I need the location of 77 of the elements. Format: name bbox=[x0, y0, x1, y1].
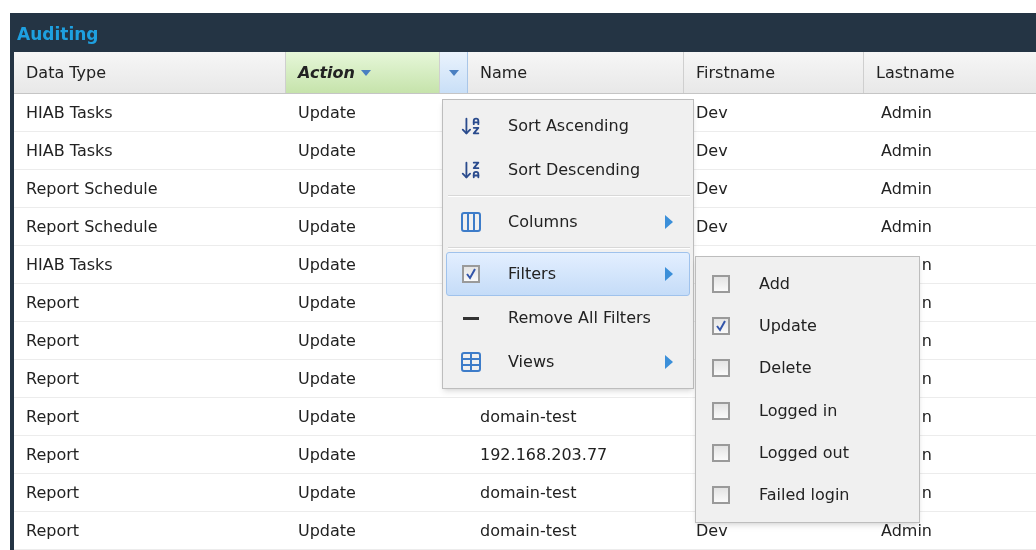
table-cell-text: Report Schedule bbox=[26, 177, 158, 200]
filter-option[interactable]: Delete bbox=[696, 347, 919, 390]
table-cell-text: Report bbox=[26, 367, 80, 390]
table-cell-text: Report bbox=[26, 443, 80, 466]
filter-option[interactable]: Add bbox=[696, 263, 919, 306]
sort-ascending-icon bbox=[460, 115, 482, 137]
table-cell-text: Update bbox=[298, 443, 356, 466]
table-cell-text: Update bbox=[298, 253, 356, 276]
table-cell-text: Update bbox=[298, 139, 356, 162]
table-cell-text: Admin bbox=[880, 177, 932, 200]
column-menu-trigger[interactable] bbox=[440, 52, 468, 93]
table-cell-text: n bbox=[920, 443, 932, 466]
table-cell-text: Dev bbox=[696, 101, 728, 124]
menu-item[interactable]: Remove All Filters bbox=[446, 296, 690, 340]
table-cell-text: HIAB Tasks bbox=[26, 101, 113, 124]
checkbox[interactable] bbox=[462, 265, 480, 283]
filter-option[interactable]: Logged out bbox=[696, 431, 919, 474]
menu-item[interactable]: Sort Ascending bbox=[446, 104, 690, 148]
checkbox[interactable] bbox=[712, 275, 730, 294]
table-cell-text: Report bbox=[26, 405, 80, 428]
table-cell-text: Report bbox=[26, 291, 80, 314]
table-cell-text: Report bbox=[26, 329, 80, 352]
table-cell-text: Dev bbox=[696, 519, 728, 542]
table-cell-text: n bbox=[920, 291, 932, 314]
filter-option[interactable]: Update bbox=[696, 305, 919, 348]
checkbox[interactable] bbox=[712, 401, 730, 420]
checkbox[interactable] bbox=[712, 485, 730, 504]
panel-title: Auditing bbox=[17, 22, 99, 46]
menu-item[interactable]: Columns bbox=[446, 200, 690, 244]
filter-option[interactable]: Failed login bbox=[696, 473, 919, 517]
dash-icon bbox=[463, 316, 479, 320]
table-cell-text: domain-test bbox=[480, 481, 577, 504]
table-cell-text: Report bbox=[26, 519, 80, 542]
menu-item[interactable]: Sort Descending bbox=[446, 148, 690, 192]
table-cell-text: Update bbox=[298, 177, 356, 200]
table-cell-text: Admin bbox=[880, 519, 932, 542]
columns-icon bbox=[459, 210, 483, 234]
table-cell-text: Dev bbox=[696, 139, 728, 162]
table-cell-text: Report Schedule bbox=[26, 215, 158, 238]
table-cell-text: Admin bbox=[880, 215, 932, 238]
column-header[interactable]: Firstname bbox=[684, 52, 864, 93]
table-cell-text: Update bbox=[298, 291, 356, 314]
checkbox[interactable] bbox=[712, 359, 730, 378]
table-cell-text: Update bbox=[298, 329, 356, 352]
table-cell-text: Update bbox=[298, 367, 356, 390]
table-cell-text: Admin bbox=[880, 101, 932, 124]
sort-caret-icon bbox=[360, 69, 371, 76]
table-cell-text: Report bbox=[26, 481, 80, 504]
table-cell-text: Dev bbox=[696, 177, 728, 200]
table-cell-text: n bbox=[920, 329, 932, 352]
filter-option[interactable]: Logged in bbox=[696, 389, 919, 432]
checkbox[interactable] bbox=[712, 317, 730, 336]
table-cell-text: domain-test bbox=[480, 405, 577, 428]
table-cell-text: Update bbox=[298, 481, 356, 504]
table-cell-text: n bbox=[920, 253, 932, 276]
column-header[interactable]: Name bbox=[468, 52, 684, 93]
column-header[interactable]: Lastname bbox=[864, 52, 1036, 93]
table-cell-text: HIAB Tasks bbox=[26, 139, 113, 162]
checkbox[interactable] bbox=[712, 443, 730, 462]
table-cell-text: Update bbox=[298, 519, 356, 542]
menu-item[interactable]: Filters bbox=[446, 252, 690, 296]
menu-item[interactable]: Views bbox=[446, 340, 690, 384]
table-cell-text: n bbox=[920, 405, 932, 428]
table-cell-text: domain-test bbox=[480, 519, 577, 542]
table-cell-text: Admin bbox=[880, 139, 932, 162]
table-cell-text: Dev bbox=[696, 215, 728, 238]
column-header[interactable]: Action bbox=[286, 52, 440, 93]
table-cell-text: n bbox=[920, 481, 932, 504]
table-cell-text: n bbox=[920, 367, 932, 390]
table-cell-text: Update bbox=[298, 101, 356, 124]
caret-icon bbox=[448, 69, 459, 76]
table-icon bbox=[459, 350, 483, 374]
table-cell-text: 192.168.203.77 bbox=[480, 443, 608, 466]
table-cell-text: Update bbox=[298, 405, 356, 428]
sort-descending-icon bbox=[460, 159, 482, 181]
table-cell-text: Update bbox=[298, 215, 356, 238]
table-cell-text: HIAB Tasks bbox=[26, 253, 113, 276]
